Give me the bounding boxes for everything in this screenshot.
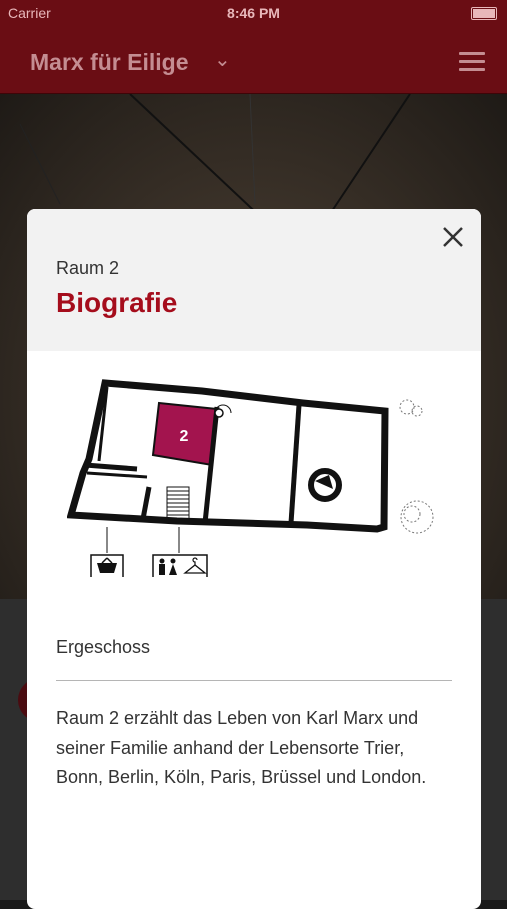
battery-icon	[471, 7, 497, 20]
status-time: 8:46 PM	[227, 5, 280, 21]
toilet-icon	[152, 554, 208, 577]
plan-room-number: 2	[180, 428, 189, 445]
close-icon[interactable]	[439, 223, 467, 251]
floor-label: Ergeschoss	[56, 637, 151, 657]
menu-icon[interactable]	[459, 52, 485, 71]
nav-bar: Marx für Eilige ⌄	[0, 28, 507, 94]
modal-header: Raum 2 Biografie	[27, 209, 481, 351]
plan-shrubs	[399, 399, 434, 534]
room-info-modal: Raum 2 Biografie 2 Ergeschoss Raum 2 erz…	[27, 209, 481, 909]
chevron-down-icon[interactable]: ⌄	[214, 47, 231, 72]
status-bar: Carrier 8:46 PM	[0, 0, 507, 28]
room-number-label: Raum 2	[56, 258, 120, 278]
divider	[56, 680, 452, 681]
floor-plan: 2	[67, 379, 434, 577]
room-title: Biografie	[56, 287, 178, 318]
room-description: Raum 2 erzählt das Leben von Karl Marx u…	[56, 708, 427, 787]
shop-basket-icon	[90, 554, 124, 577]
app-title[interactable]: Marx für Eilige	[30, 49, 188, 76]
